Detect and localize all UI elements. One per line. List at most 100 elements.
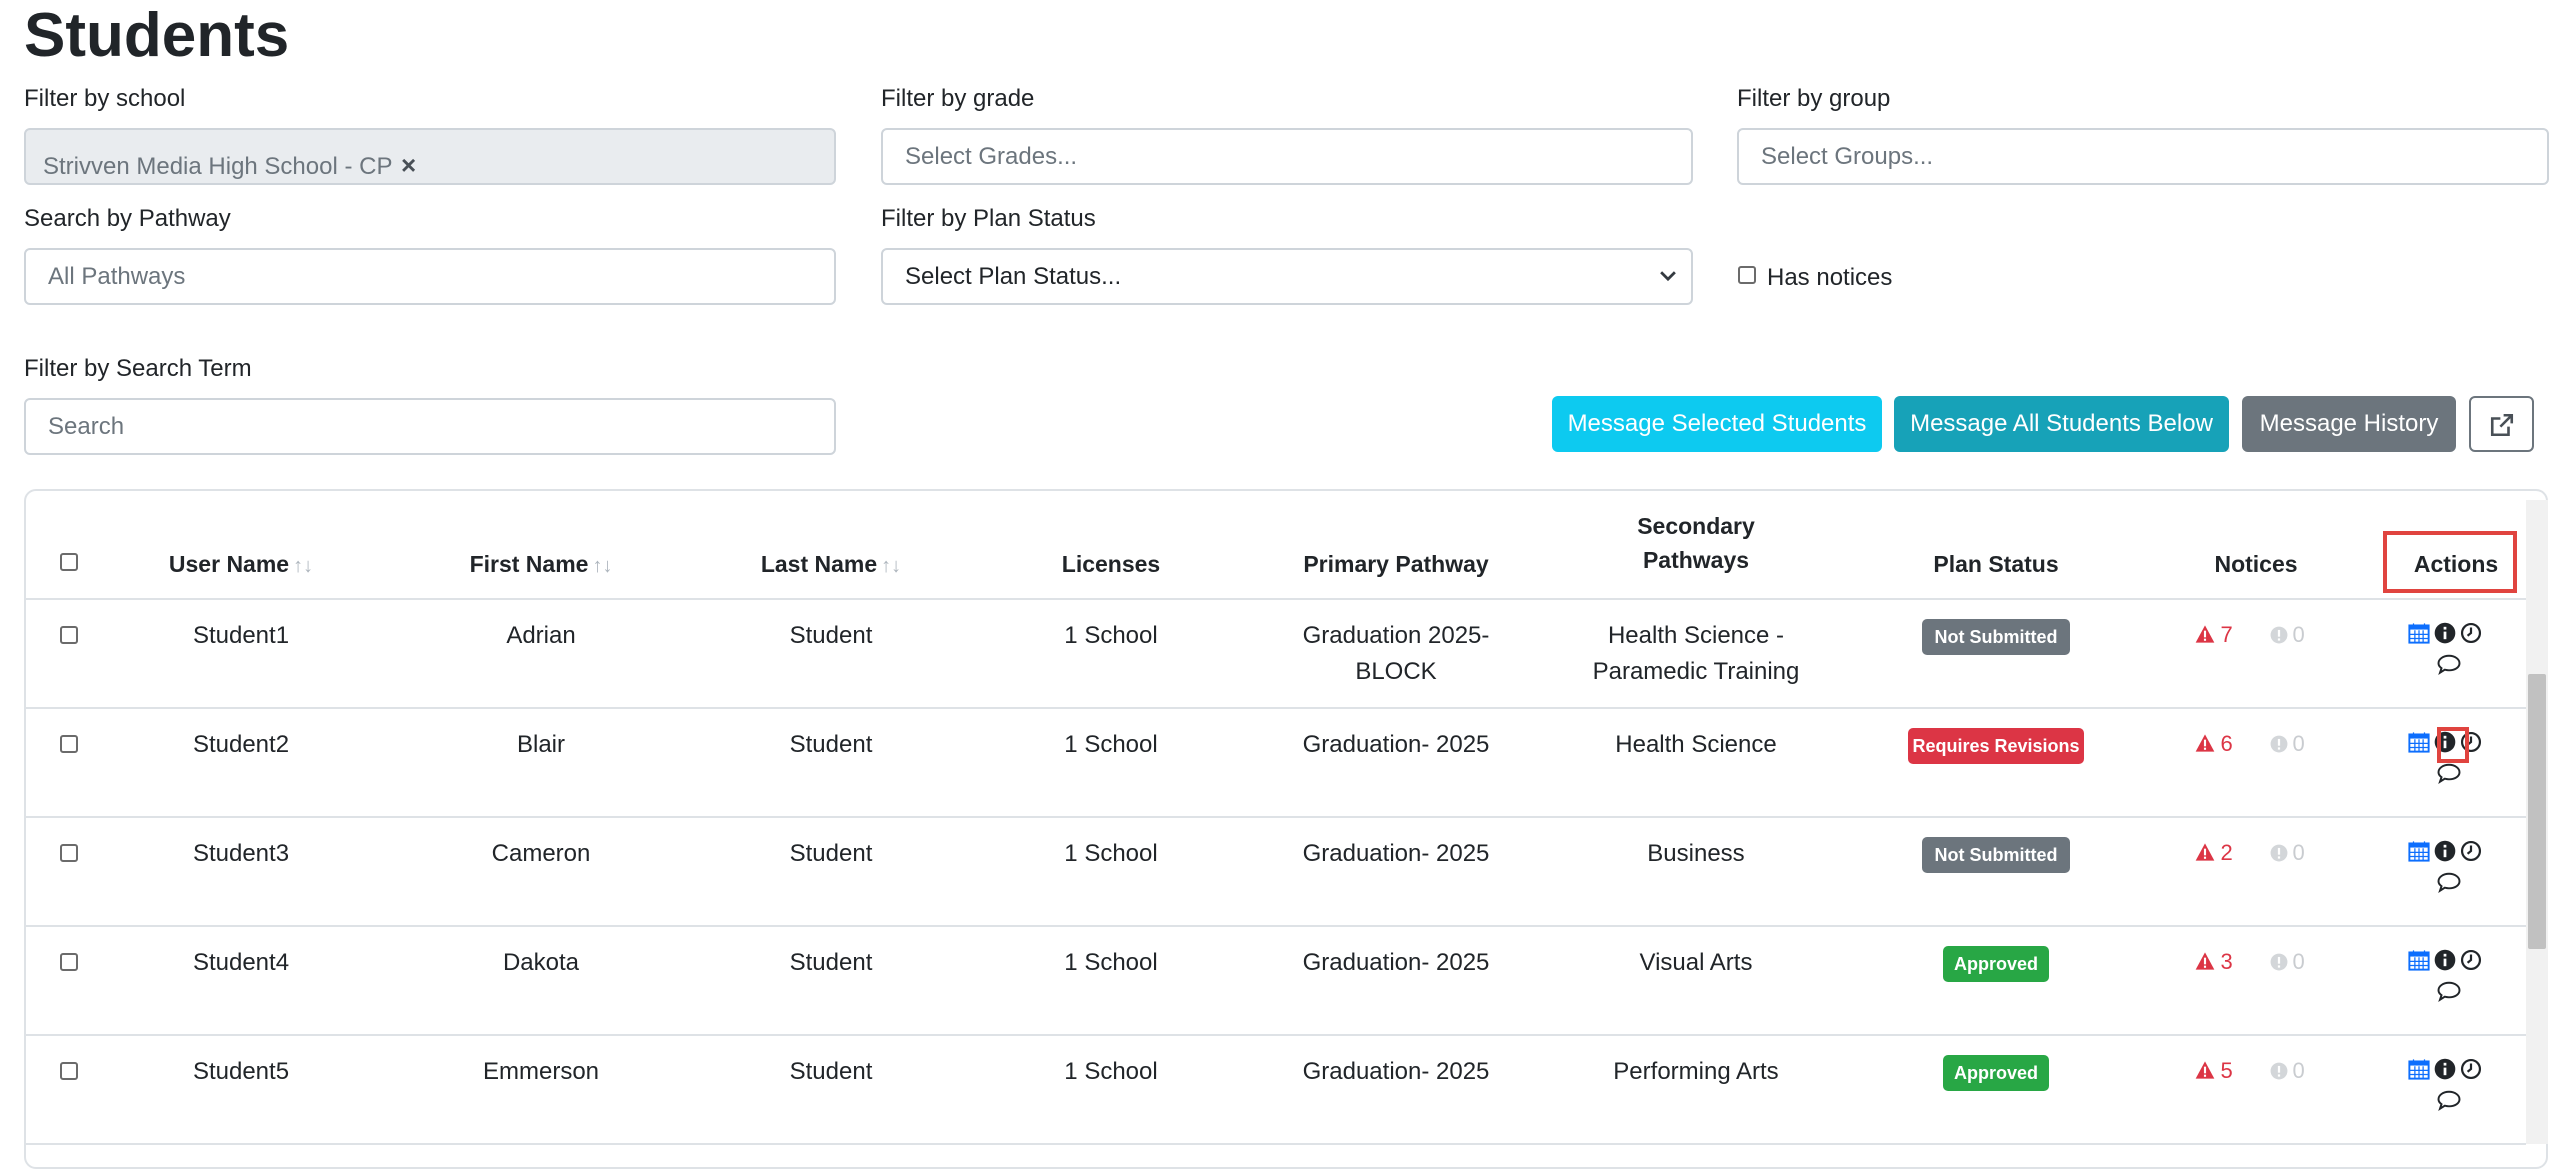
info-icon[interactable]	[2434, 622, 2456, 648]
cell-first-name: Blair	[516, 731, 565, 758]
message-selected-button[interactable]: Message Selected Students	[1552, 396, 1882, 452]
comment-icon[interactable]	[2437, 871, 2498, 898]
calendar-icon[interactable]	[2408, 950, 2430, 975]
cell-licenses: 1 School	[1064, 622, 1158, 649]
info-notice[interactable]: 0	[2270, 731, 2305, 757]
info-notice[interactable]: 0	[2270, 949, 2305, 975]
group-filter-input[interactable]: Select Groups...	[1737, 128, 2549, 185]
row-checkbox[interactable]	[60, 953, 78, 971]
info-notice[interactable]: 0	[2270, 622, 2305, 648]
header-notices: Notices	[2214, 551, 2298, 577]
cell-secondary-pathways: Health Science - Paramedic Training	[1592, 622, 1800, 685]
calendar-icon[interactable]	[2408, 623, 2430, 648]
info-count: 0	[2292, 731, 2305, 756]
header-first-name[interactable]: First Name ↑↓	[416, 547, 666, 583]
school-chip-label: Strivven Media High School - CP	[43, 153, 393, 180]
filter-school-label: Filter by school	[24, 85, 186, 112]
info-circle-icon	[2270, 735, 2288, 755]
info-circle-icon	[2270, 1062, 2288, 1082]
row-actions	[2408, 1058, 2498, 1116]
comment-icon[interactable]	[2437, 762, 2498, 789]
filter-group-label: Filter by group	[1737, 85, 1891, 112]
header-last-name[interactable]: Last Name ↑↓	[706, 547, 956, 583]
info-icon[interactable]	[2434, 949, 2456, 975]
calendar-icon[interactable]	[2408, 841, 2430, 866]
scrollbar-thumb[interactable]	[2528, 674, 2546, 949]
info-circle-icon	[2270, 626, 2288, 646]
search-input[interactable]: Search	[24, 398, 836, 455]
row-checkbox[interactable]	[60, 626, 78, 644]
export-button[interactable]	[2469, 396, 2534, 452]
status-badge: Not Submitted	[1922, 837, 2070, 873]
cell-licenses: 1 School	[1064, 949, 1158, 976]
cell-primary-pathway: Graduation- 2025	[1302, 840, 1490, 867]
header-username[interactable]: User Name ↑↓	[126, 547, 356, 583]
students-table: User Name ↑↓ First Name ↑↓ Last Name ↑↓ Lic…	[24, 489, 2548, 1169]
select-all-checkbox[interactable]	[60, 553, 78, 571]
comment-icon[interactable]	[2437, 980, 2498, 1007]
warning-icon	[2194, 843, 2216, 864]
cell-last-name: Student	[789, 1058, 873, 1085]
warning-notice[interactable]: 3	[2194, 949, 2233, 975]
clock-icon[interactable]	[2460, 840, 2482, 866]
table-row: Student5 Emmerson Student 1 School Graduatio…	[26, 1036, 2526, 1145]
row-actions	[2408, 840, 2498, 898]
school-filter-field[interactable]: Strivven Media High School - CP ×	[24, 128, 836, 185]
warning-count: 6	[2220, 731, 2233, 756]
plan-status-select[interactable]: Select Plan Status...	[881, 248, 1693, 305]
warning-icon	[2194, 734, 2216, 755]
clock-icon[interactable]	[2460, 1058, 2482, 1084]
comment-icon[interactable]	[2437, 1089, 2498, 1116]
status-badge: Not Submitted	[1922, 619, 2070, 655]
warning-notice[interactable]: 6	[2194, 731, 2233, 757]
message-history-button[interactable]: Message History	[2242, 396, 2456, 452]
cell-primary-pathway: Graduation 2025- BLOCK	[1302, 622, 1490, 685]
cell-first-name: Dakota	[502, 949, 580, 976]
cell-username: Student5	[192, 1058, 290, 1085]
clock-icon[interactable]	[2460, 949, 2482, 975]
calendar-icon[interactable]	[2408, 1059, 2430, 1084]
warning-count: 5	[2220, 1058, 2233, 1083]
row-checkbox[interactable]	[60, 844, 78, 862]
cell-primary-pathway: Graduation- 2025	[1302, 731, 1490, 758]
cell-username: Student3	[192, 840, 290, 867]
comment-icon[interactable]	[2437, 653, 2498, 680]
calendar-icon[interactable]	[2408, 732, 2430, 757]
warning-icon	[2194, 952, 2216, 973]
cell-first-name: Cameron	[491, 840, 591, 867]
has-notices-checkbox[interactable]	[1738, 266, 1756, 284]
info-notice[interactable]: 0	[2270, 840, 2305, 866]
warning-icon	[2194, 625, 2216, 646]
grade-filter-input[interactable]: Select Grades...	[881, 128, 1693, 185]
warning-notice[interactable]: 7	[2194, 622, 2233, 648]
info-count: 0	[2292, 949, 2305, 974]
warning-icon	[2194, 1061, 2216, 1082]
cell-last-name: Student	[789, 731, 873, 758]
message-all-button[interactable]: Message All Students Below	[1894, 396, 2229, 452]
header-secondary-pathways: Secondary Pathways	[1637, 513, 1755, 573]
actions-highlight	[2383, 531, 2517, 593]
info-icon[interactable]	[2434, 840, 2456, 866]
info-icon[interactable]	[2434, 1058, 2456, 1084]
cell-licenses: 1 School	[1064, 1058, 1158, 1085]
clock-icon[interactable]	[2460, 622, 2482, 648]
cell-secondary-pathways: Visual Arts	[1639, 949, 1753, 976]
external-link-icon	[2490, 413, 2513, 437]
remove-chip-icon[interactable]: ×	[401, 139, 416, 192]
has-notices-label: Has notices	[1767, 264, 1893, 291]
table-row: Student2 Blair Student 1 School Graduation- …	[26, 709, 2526, 818]
warning-notice[interactable]: 2	[2194, 840, 2233, 866]
cell-primary-pathway: Graduation- 2025	[1302, 949, 1490, 976]
status-badge: Approved	[1943, 946, 2049, 982]
cell-last-name: Student	[789, 840, 873, 867]
table-row: Student4 Dakota Student 1 School Graduation-…	[26, 927, 2526, 1036]
row-checkbox[interactable]	[60, 1062, 78, 1080]
info-notice[interactable]: 0	[2270, 1058, 2305, 1084]
cell-last-name: Student	[789, 622, 873, 649]
plan-status-value: Select Plan Status...	[905, 263, 1122, 290]
info-circle-icon	[2270, 844, 2288, 864]
pathway-search-input[interactable]: All Pathways	[24, 248, 836, 305]
row-checkbox[interactable]	[60, 735, 78, 753]
warning-notice[interactable]: 5	[2194, 1058, 2233, 1084]
cell-first-name: Adrian	[506, 622, 576, 649]
